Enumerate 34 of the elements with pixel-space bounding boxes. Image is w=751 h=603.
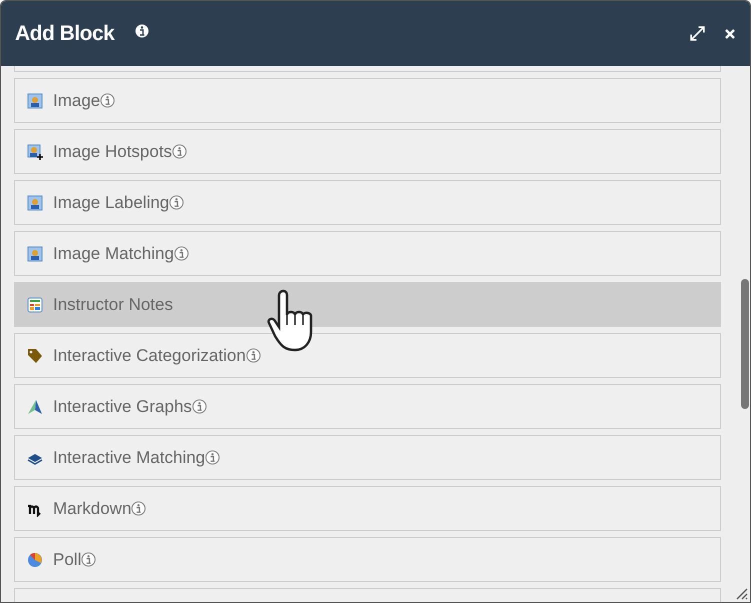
expand-button[interactable]: [689, 25, 706, 42]
window-title: Add Block: [15, 22, 114, 46]
block-item[interactable]: Markdown: [14, 486, 721, 531]
scrollbar-thumb[interactable]: [741, 279, 749, 409]
block-item[interactable]: Image Matching: [14, 231, 721, 276]
image-icon: [27, 246, 43, 262]
block-label: Image Labeling: [53, 192, 170, 212]
block-item[interactable]: Poll: [14, 537, 721, 582]
block-item[interactable]: Interactive Graphs: [14, 384, 721, 429]
block-label: Poll: [53, 550, 82, 570]
block-item[interactable]: Image Hotspots: [14, 129, 721, 174]
block-label: Image Matching: [53, 244, 174, 264]
image-icon: [27, 194, 43, 210]
block-label: Image: [53, 90, 100, 110]
info-icon[interactable]: [134, 22, 150, 38]
block-label: Instructor Notes: [53, 294, 173, 314]
close-button[interactable]: [724, 27, 736, 40]
image-icon: [27, 144, 43, 160]
block-item[interactable]: Interactive Matching: [14, 435, 721, 480]
triangle-icon: [27, 398, 43, 414]
image-icon: [27, 92, 43, 108]
block-item[interactable]: Interactive Categorization: [14, 333, 721, 378]
block-label: Image Hotspots: [53, 142, 172, 162]
block-label: Interactive Matching: [53, 448, 206, 468]
block-label: Interactive Categorization: [53, 346, 246, 366]
block-item[interactable]: Image: [14, 78, 721, 123]
block-label: Interactive Graphs: [53, 396, 192, 416]
block-item[interactable]: Image Labeling: [14, 180, 721, 225]
tag-icon: [27, 348, 43, 364]
block-item[interactable]: Instructor Notes: [14, 282, 721, 327]
pie-chart-icon: [27, 552, 43, 568]
notes-icon: [27, 296, 43, 312]
resize-grip-icon[interactable]: [734, 586, 748, 600]
block-label: Markdown: [53, 498, 132, 518]
